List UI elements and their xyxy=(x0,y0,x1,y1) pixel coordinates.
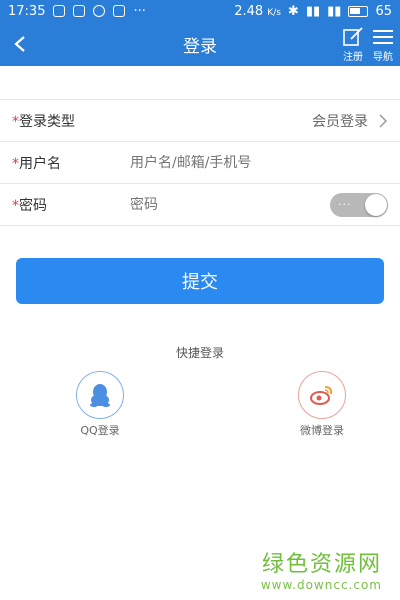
battery-level: 65 xyxy=(375,3,392,19)
qq-login-button[interactable]: QQ登录 xyxy=(74,371,126,438)
battery-icon xyxy=(348,5,369,17)
username-label: *用户名 xyxy=(12,155,61,172)
spacer xyxy=(0,66,400,99)
menu-icon xyxy=(373,30,393,44)
qq-icon xyxy=(90,384,110,407)
watermark-main: 绿色资源网 xyxy=(261,552,382,577)
chevron-left-icon xyxy=(14,36,25,52)
toggle-knob xyxy=(365,193,387,216)
password-label: *密码 xyxy=(12,197,47,214)
login-type-label: *登录类型 xyxy=(12,113,75,130)
weibo-circle xyxy=(298,371,346,419)
chevron-right-icon xyxy=(379,113,388,128)
gallery-icon xyxy=(73,5,86,17)
login-type-row[interactable]: *登录类型 会员登录 xyxy=(0,100,400,142)
guide-button[interactable]: 导航 xyxy=(370,27,396,63)
signal-icon-2: ▮▮ xyxy=(327,3,342,19)
nav-bar: 登录 注册 导航 xyxy=(0,22,400,66)
watermark: 绿色资源网 www.downcc.com xyxy=(261,546,382,592)
username-input[interactable] xyxy=(130,154,388,171)
show-password-toggle[interactable]: ··· xyxy=(330,192,388,217)
toggle-dots: ··· xyxy=(338,197,352,211)
status-time: 17:35 xyxy=(8,3,46,19)
quick-login-title: 快捷登录 xyxy=(175,346,224,360)
signal-icon: ▮▮ xyxy=(305,3,321,19)
guide-label: 导航 xyxy=(373,52,393,63)
weibo-icon xyxy=(310,386,333,405)
edit-icon xyxy=(343,27,363,46)
quick-login-options: QQ登录 微博登录 xyxy=(0,371,400,438)
weibo-login-label: 微博登录 xyxy=(300,424,344,437)
network-speed: 2.48 K/s xyxy=(234,3,281,19)
register-button[interactable]: 注册 xyxy=(340,27,366,63)
qq-circle xyxy=(76,371,124,419)
message-icon xyxy=(53,5,66,17)
qq-login-label: QQ登录 xyxy=(80,424,120,437)
login-form: *登录类型 会员登录 *用户名 *密码 ··· xyxy=(0,99,400,226)
watermark-sub: www.downcc.com xyxy=(260,578,382,592)
shop-icon xyxy=(113,5,126,17)
back-button[interactable] xyxy=(0,22,40,66)
submit-button[interactable]: 提交 xyxy=(16,258,384,304)
bluetooth-icon: ✱ xyxy=(287,3,299,19)
login-type-value: 会员登录 xyxy=(312,113,368,130)
status-bar: 17:35 ··· 2.48 K/s ✱ ▮▮ ▮▮ 65 xyxy=(0,0,400,22)
weibo-login-button[interactable]: 微博登录 xyxy=(296,371,348,438)
password-row: *密码 ··· xyxy=(0,184,400,226)
password-input[interactable] xyxy=(130,196,330,213)
username-row: *用户名 xyxy=(0,142,400,184)
more-notifications-icon: ··· xyxy=(133,3,146,19)
register-label: 注册 xyxy=(343,52,363,63)
sync-icon xyxy=(93,5,106,17)
